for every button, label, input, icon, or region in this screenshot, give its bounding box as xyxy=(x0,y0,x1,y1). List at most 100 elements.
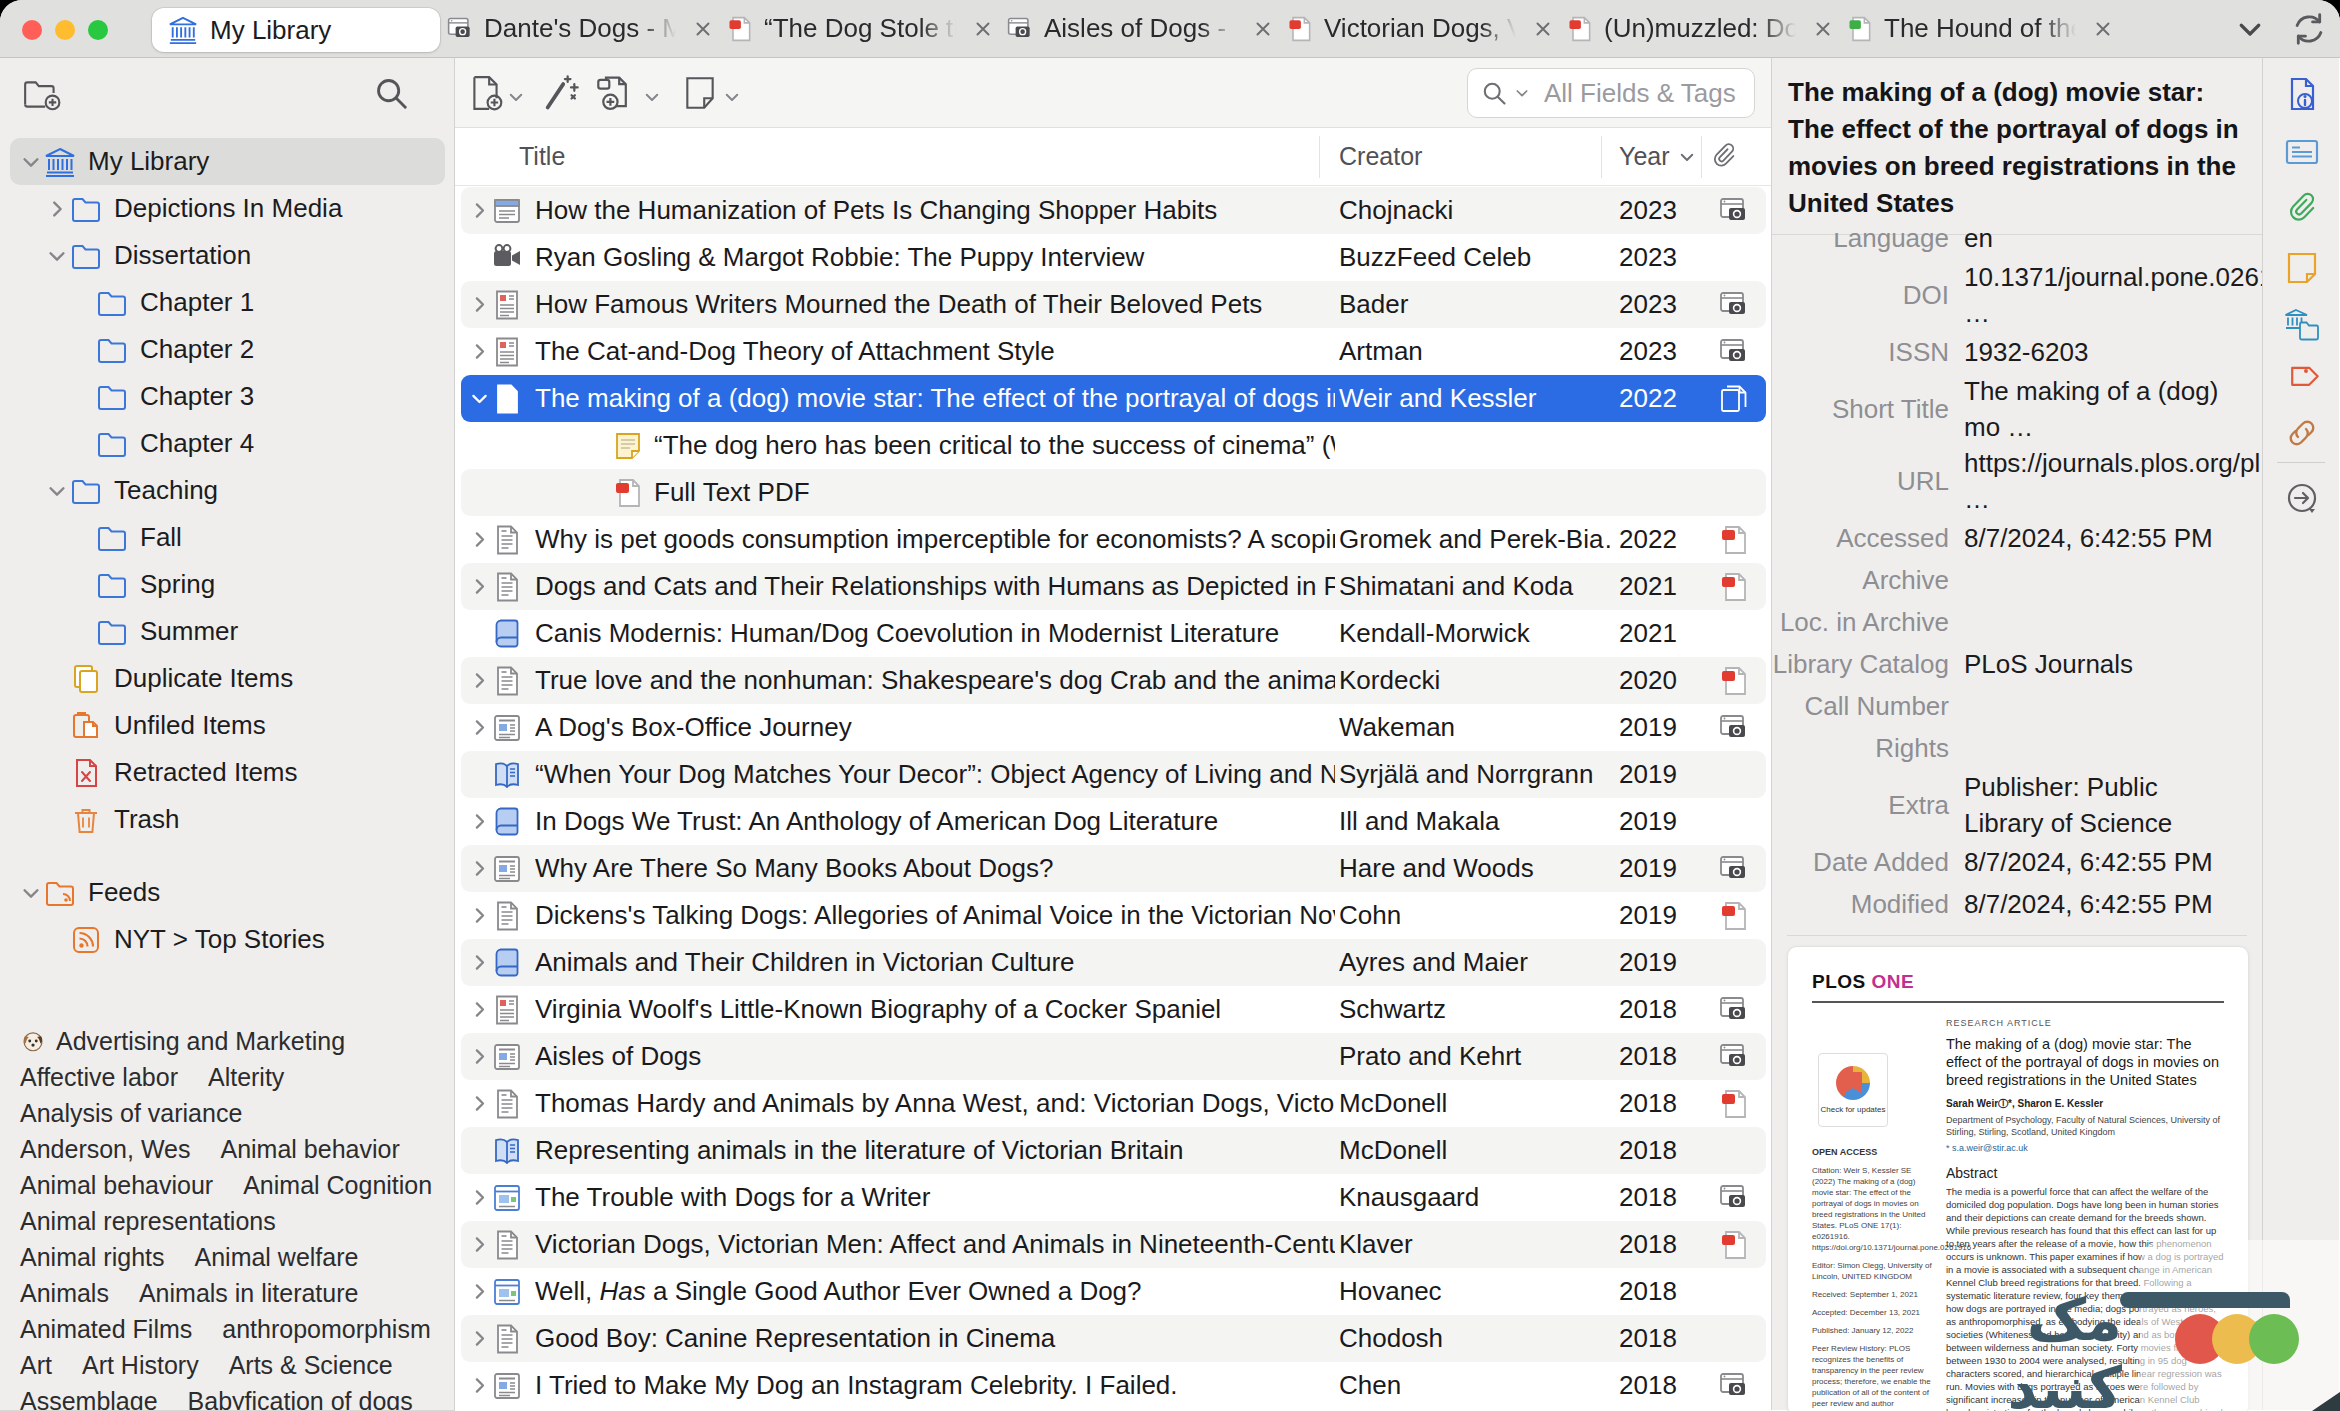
field-value[interactable]: 8/7/2024, 6:42:55 PM xyxy=(1964,886,2234,922)
row-disclosure-chevron-icon[interactable] xyxy=(469,670,490,691)
new-note-chevron-icon[interactable] xyxy=(723,88,741,106)
add-by-identifier-button[interactable] xyxy=(541,73,581,113)
disclosure-chevron-icon[interactable] xyxy=(46,198,68,220)
search-box[interactable]: All Fields & Tags xyxy=(1467,68,1755,118)
metadata-field[interactable]: URLhttps://journals.plos.org/pl … xyxy=(1772,445,2262,517)
metadata-field[interactable]: Date Added8/7/2024, 6:42:55 PM xyxy=(1772,841,2262,883)
tag-item[interactable]: Animated Films xyxy=(20,1311,192,1347)
add-attachment-button[interactable] xyxy=(595,73,639,113)
metadata-field[interactable]: Archive xyxy=(1772,559,2262,601)
item-row[interactable]: The making of a (dog) movie star: The ef… xyxy=(461,375,1766,422)
sidebar-item[interactable]: Fall xyxy=(0,514,455,561)
disclosure-chevron-icon[interactable] xyxy=(46,480,68,502)
locate-rail-icon[interactable] xyxy=(2284,480,2320,516)
field-value[interactable]: 10.1371/journal.pone.0261 … xyxy=(1964,259,2234,331)
tag-item[interactable]: anthropomorphism xyxy=(222,1311,430,1347)
column-header-title[interactable]: Title xyxy=(519,142,565,171)
tag-item[interactable]: Animal rights xyxy=(20,1239,165,1275)
close-tab-icon[interactable] xyxy=(1532,18,1554,40)
close-tab-icon[interactable] xyxy=(2092,18,2114,40)
zoom-window-button[interactable] xyxy=(88,20,108,40)
tag-item[interactable]: Animal behavior xyxy=(220,1131,399,1167)
metadata-field[interactable]: Library CatalogPLoS Journals xyxy=(1772,643,2262,685)
sidebar-item[interactable]: Trash xyxy=(0,796,455,843)
item-row[interactable]: Well, Has a Single Good Author Ever Owne… xyxy=(461,1268,1766,1315)
row-disclosure-chevron-icon[interactable] xyxy=(469,1328,490,1349)
sidebar-item[interactable]: Spring xyxy=(0,561,455,608)
tag-item[interactable]: Animals xyxy=(20,1275,109,1311)
item-row[interactable]: Canis Modernis: Human/Dog Coevolution in… xyxy=(461,610,1766,657)
sidebar-item[interactable]: Chapter 4 xyxy=(0,420,455,467)
sidebar-item[interactable]: Teaching xyxy=(0,467,455,514)
close-tab-icon[interactable] xyxy=(1252,18,1274,40)
tags-rail-icon[interactable] xyxy=(2284,361,2320,397)
disclosure-chevron-icon[interactable] xyxy=(20,151,42,173)
item-row[interactable]: Why is pet goods consumption imperceptib… xyxy=(461,516,1766,563)
tag-item[interactable]: Art xyxy=(20,1347,52,1383)
row-disclosure-chevron-icon[interactable] xyxy=(469,1234,490,1255)
item-row[interactable]: Representing animals in the literature o… xyxy=(461,1127,1766,1174)
metadata-field[interactable]: Rights xyxy=(1772,727,2262,769)
sidebar-item[interactable]: Summer xyxy=(0,608,455,655)
item-row[interactable]: Animals and Their Children in Victorian … xyxy=(461,939,1766,986)
field-value[interactable]: Publisher: Public Library of Science xyxy=(1964,769,2234,841)
tag-item[interactable]: Babyfication of dogs xyxy=(188,1383,413,1411)
tag-item[interactable]: Animal welfare xyxy=(195,1239,359,1275)
close-window-button[interactable] xyxy=(22,20,42,40)
item-row[interactable]: Aisles of Dogs Prato and Kehrt 2018 xyxy=(461,1033,1766,1080)
item-row[interactable]: I Tried to Make My Dog an Instagram Cele… xyxy=(461,1362,1766,1409)
add-attachment-chevron-icon[interactable] xyxy=(643,88,661,106)
sidebar-item[interactable]: Depictions In Media xyxy=(0,185,455,232)
reader-tab[interactable]: Aisles of Dogs - Pra xyxy=(1000,0,1280,57)
tag-item[interactable]: Advertising and Marketing xyxy=(20,1023,345,1059)
tag-item[interactable]: Arts & Science xyxy=(229,1347,393,1383)
row-disclosure-chevron-icon[interactable] xyxy=(469,717,490,738)
item-row[interactable]: The Cat-and-Dog Theory of Attachment Sty… xyxy=(461,328,1766,375)
tag-item[interactable]: Anderson, Wes xyxy=(20,1131,190,1167)
field-value[interactable]: PLoS Journals xyxy=(1964,646,2234,682)
tag-item[interactable]: Analysis of variance xyxy=(20,1095,242,1131)
new-collection-button[interactable] xyxy=(22,74,62,114)
close-tab-icon[interactable] xyxy=(972,18,994,40)
sidebar-item[interactable]: Dissertation xyxy=(0,232,455,279)
metadata-field[interactable]: Modified8/7/2024, 6:42:55 PM xyxy=(1772,883,2262,925)
metadata-field[interactable]: Short TitleThe making of a (dog) mo … xyxy=(1772,373,2262,445)
tag-item[interactable]: Animals in literature xyxy=(139,1275,359,1311)
reader-tab[interactable]: Victorian Dogs, Vict xyxy=(1280,0,1560,57)
metadata-field[interactable]: Call Number xyxy=(1772,685,2262,727)
item-row[interactable]: True love and the nonhuman: Shakespeare'… xyxy=(461,657,1766,704)
row-disclosure-chevron-icon[interactable] xyxy=(469,952,490,973)
metadata-field[interactable]: ISSN1932-6203 xyxy=(1772,331,2262,373)
attachments-rail-icon[interactable] xyxy=(2284,190,2320,226)
item-info-rail-icon[interactable] xyxy=(2284,76,2320,112)
row-disclosure-chevron-icon[interactable] xyxy=(469,388,490,409)
metadata-field[interactable]: Accessed8/7/2024, 6:42:55 PM xyxy=(1772,517,2262,559)
sidebar-item[interactable]: Chapter 2 xyxy=(0,326,455,373)
reader-tab[interactable]: “The Dog Stole the xyxy=(720,0,1000,57)
row-disclosure-chevron-icon[interactable] xyxy=(469,294,490,315)
tag-item[interactable]: Affective labor xyxy=(20,1059,178,1095)
close-tab-icon[interactable] xyxy=(1812,18,1834,40)
item-row[interactable]: Full Text PDF xyxy=(461,469,1766,516)
tab-my-library[interactable]: My Library xyxy=(152,8,440,52)
row-disclosure-chevron-icon[interactable] xyxy=(469,1093,490,1114)
field-value[interactable]: https://journals.plos.org/pl … xyxy=(1964,445,2234,517)
sidebar-item[interactable]: Retracted Items xyxy=(0,749,455,796)
item-row[interactable]: How Famous Writers Mourned the Death of … xyxy=(461,281,1766,328)
tag-item[interactable]: Alterity xyxy=(208,1059,284,1095)
column-header-year[interactable]: Year xyxy=(1619,142,1696,171)
row-disclosure-chevron-icon[interactable] xyxy=(469,905,490,926)
sidebar-item[interactable]: Feeds xyxy=(0,869,455,916)
row-disclosure-chevron-icon[interactable] xyxy=(469,576,490,597)
abstract-rail-icon[interactable] xyxy=(2284,134,2320,170)
reader-tab[interactable]: (Un)muzzled: Dogs xyxy=(1560,0,1840,57)
sidebar-item[interactable]: Chapter 3 xyxy=(0,373,455,420)
item-row[interactable]: Victorian Dogs, Victorian Men: Affect an… xyxy=(461,1221,1766,1268)
notes-rail-icon[interactable] xyxy=(2284,250,2320,286)
new-item-button[interactable] xyxy=(467,73,505,113)
reader-tab[interactable]: Dante's Dogs - Man xyxy=(440,0,720,57)
sidebar-item[interactable]: Duplicate Items xyxy=(0,655,455,702)
row-disclosure-chevron-icon[interactable] xyxy=(469,858,490,879)
column-header-attachment-icon[interactable] xyxy=(1709,141,1739,171)
item-row[interactable]: “The dog hero has been critical to the s… xyxy=(461,422,1766,469)
